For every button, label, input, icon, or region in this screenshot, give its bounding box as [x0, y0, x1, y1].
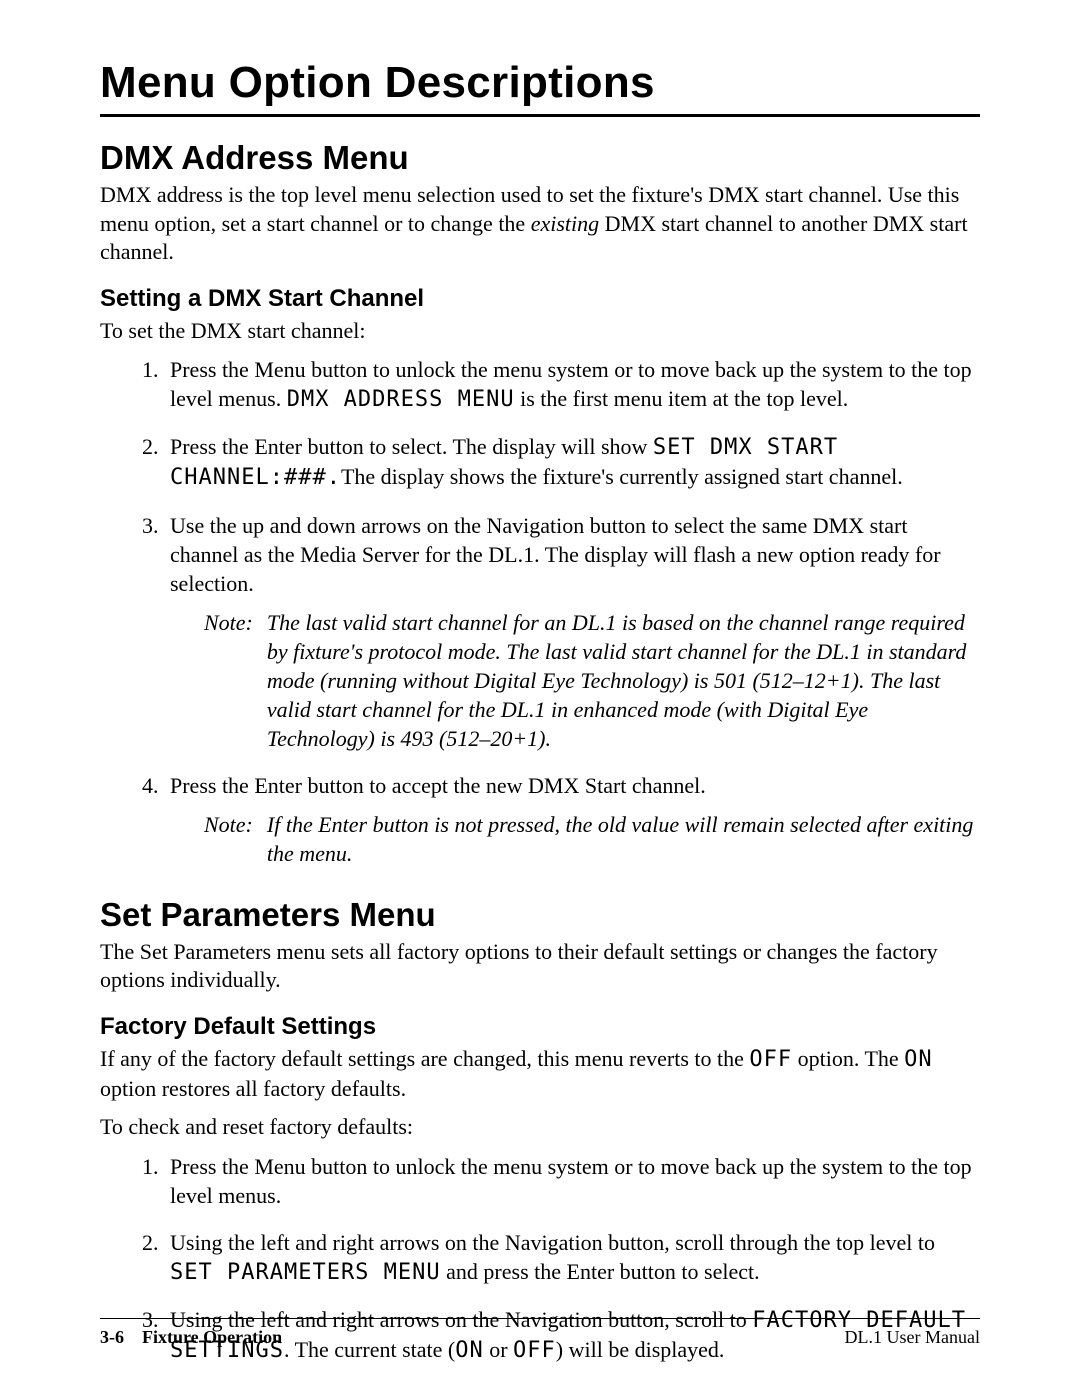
text: Press the Menu button to unlock the menu… — [170, 1154, 972, 1208]
text: option restores all factory defaults. — [100, 1076, 406, 1101]
text: Press the Enter button to select. The di… — [170, 434, 653, 459]
note-label: Note: — [204, 810, 253, 868]
step-2: Using the left and right arrows on the N… — [164, 1228, 980, 1287]
note-text: The last valid start channel for an DL.1… — [267, 608, 980, 753]
note-text: If the Enter button is not pressed, the … — [267, 810, 980, 868]
footer-left: 3-6 Fixture Operation — [100, 1327, 282, 1348]
text: Using the left and right arrows on the N… — [170, 1230, 935, 1255]
text: option. The — [792, 1046, 904, 1071]
dmx-lead: To set the DMX start channel: — [100, 317, 980, 346]
text: and press the Enter button to select. — [441, 1259, 760, 1284]
page-title: Menu Option Descriptions — [100, 58, 980, 108]
text: If any of the factory default settings a… — [100, 1046, 749, 1071]
text: Use the up and down arrows on the Naviga… — [170, 513, 941, 596]
section-name: Fixture Operation — [142, 1327, 282, 1348]
note: Note: The last valid start channel for a… — [204, 608, 980, 753]
step-2: Press the Enter button to select. The di… — [164, 432, 980, 492]
params-intro: The Set Parameters menu sets all factory… — [100, 938, 980, 995]
code: DMX ADDRESS MENU — [287, 387, 515, 412]
step-1: Press the Menu button to unlock the menu… — [164, 1152, 980, 1210]
text: Press the Enter button to accept the new… — [170, 773, 706, 798]
title-rule — [100, 114, 980, 117]
page: Menu Option Descriptions DMX Address Men… — [0, 0, 1080, 1388]
dmx-heading: DMX Address Menu — [100, 139, 980, 177]
code: SET PARAMETERS MENU — [170, 1260, 441, 1285]
params-heading: Set Parameters Menu — [100, 896, 980, 934]
emphasis: existing — [531, 211, 599, 236]
code: ON — [904, 1047, 933, 1072]
dmx-subheading: Setting a DMX Start Channel — [100, 285, 980, 313]
params-subheading: Factory Default Settings — [100, 1013, 980, 1041]
manual-name: DL.1 User Manual — [845, 1327, 980, 1348]
step-1: Press the Menu button to unlock the menu… — [164, 355, 980, 414]
step-4: Press the Enter button to accept the new… — [164, 771, 980, 868]
step-3: Use the up and down arrows on the Naviga… — [164, 511, 980, 753]
footer-rule — [100, 1318, 980, 1319]
footer: 3-6 Fixture Operation DL.1 User Manual — [100, 1327, 980, 1348]
page-number: 3-6 — [100, 1327, 124, 1348]
params-lead: To check and reset factory defaults: — [100, 1113, 980, 1142]
text: is the first menu item at the top level. — [515, 386, 849, 411]
footer-area: 3-6 Fixture Operation DL.1 User Manual — [100, 1318, 980, 1348]
dmx-intro: DMX address is the top level menu select… — [100, 181, 980, 267]
note-label: Note: — [204, 608, 253, 753]
text: The display shows the fixture's currentl… — [341, 464, 903, 489]
params-p1: If any of the factory default settings a… — [100, 1045, 980, 1103]
note: Note: If the Enter button is not pressed… — [204, 810, 980, 868]
dmx-steps: Press the Menu button to unlock the menu… — [100, 355, 980, 867]
code: OFF — [749, 1047, 792, 1072]
